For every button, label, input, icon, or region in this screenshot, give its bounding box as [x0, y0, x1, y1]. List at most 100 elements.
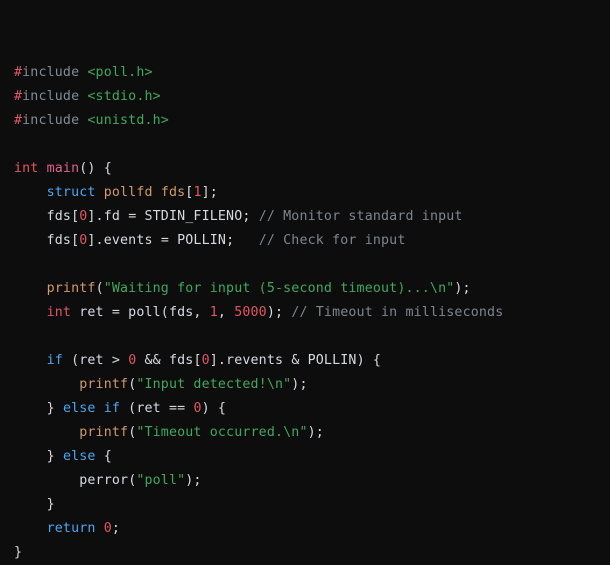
code-line: }	[14, 493, 610, 517]
code-token-kw: else	[62, 449, 96, 464]
code-token-pp-kw: include	[22, 113, 80, 128]
code-token-punct: );	[307, 425, 324, 440]
code-token-punct	[14, 425, 79, 440]
code-token-op: &&	[144, 353, 161, 368]
code-token-ident: fds	[46, 209, 72, 224]
code-token-header: <stdio.h>	[87, 89, 161, 104]
code-token-punct	[14, 185, 47, 200]
code-token-punct	[14, 377, 79, 392]
code-token-punct: ;	[226, 233, 259, 248]
code-token-punct: {	[95, 449, 112, 464]
code-token-punct: ;	[111, 521, 121, 536]
code-token-fncall: printf	[79, 425, 129, 440]
code-token-punct: ) {	[201, 401, 227, 416]
code-token-ident: ret	[71, 305, 112, 320]
code-token-const: POLLIN	[177, 233, 227, 248]
code-token-punct: }	[14, 449, 63, 464]
code-line: printf("Input detected!\n");	[14, 373, 610, 397]
code-line: } else if (ret == 0) {	[14, 397, 610, 421]
code-token-const: POLLIN	[307, 353, 357, 368]
code-token-type: int	[14, 161, 39, 176]
code-token-punct: (ret	[62, 353, 112, 368]
code-token-punct: [	[193, 353, 202, 368]
code-token-punct: poll(fds,	[120, 305, 210, 320]
code-token-num: 1	[193, 185, 202, 200]
code-line: struct pollfd fds[1];	[14, 181, 610, 205]
code-token-punct: ];	[201, 185, 218, 200]
code-token-punct	[299, 353, 307, 368]
code-token-punct: ,	[217, 305, 235, 320]
code-token-pp-kw: include	[22, 89, 80, 104]
code-token-fnname: main	[46, 161, 80, 176]
code-token-punct: ) {	[356, 353, 382, 368]
code-token-type: int	[46, 305, 72, 320]
code-token-ident: perror	[79, 473, 129, 488]
code-token-punct: fds	[160, 353, 194, 368]
code-token-punct: ].events	[87, 233, 161, 248]
code-token-punct: }	[14, 545, 23, 560]
code-token-punct	[14, 353, 47, 368]
code-token-punct: (ret	[120, 401, 169, 416]
code-token-ident: fds	[46, 233, 72, 248]
code-token-num: 0	[201, 353, 210, 368]
code-token-const: STDIN_FILENO	[144, 209, 243, 224]
code-token-kw: struct	[46, 185, 96, 200]
code-token-punct	[14, 281, 47, 296]
code-line: int ret = poll(fds, 1, 5000); // Timeout…	[14, 301, 610, 325]
code-token-pp-hash: #	[14, 65, 23, 80]
code-token-punct: (	[95, 281, 104, 296]
code-token-num: 1	[209, 305, 218, 320]
code-token-punct: }	[14, 497, 55, 512]
code-token-kw: if	[46, 353, 63, 368]
code-token-fncall: printf	[79, 377, 129, 392]
code-token-punct	[96, 521, 104, 536]
code-token-header: <unistd.h>	[87, 113, 169, 128]
code-token-punct	[169, 233, 177, 248]
code-token-punct: ].fd	[87, 209, 129, 224]
code-token-punct	[14, 473, 79, 488]
code-token-punct	[96, 401, 104, 416]
code-line: #include <poll.h>	[14, 61, 610, 85]
code-token-comment: // Monitor standard input	[258, 209, 463, 224]
code-token-punct	[120, 353, 128, 368]
code-token-punct: );	[454, 281, 471, 296]
code-token-punct: ].revents	[209, 353, 292, 368]
code-line: } else {	[14, 445, 610, 469]
code-token-pp-hash: #	[14, 89, 23, 104]
code-token-str: "Input detected!\n"	[136, 377, 292, 392]
code-token-punct: );	[185, 473, 202, 488]
code-token-num: 0	[193, 401, 202, 416]
code-token-punct: }	[14, 401, 63, 416]
code-token-header: <poll.h>	[87, 65, 153, 80]
code-token-punct	[14, 233, 47, 248]
code-token-str: "Waiting for input (5-second timeout)...…	[103, 281, 455, 296]
code-line: }	[14, 541, 610, 565]
code-token-punct	[14, 521, 47, 536]
code-line: int main() {	[14, 157, 610, 181]
code-token-pp-hash: #	[14, 113, 23, 128]
code-line: fds[0].fd = STDIN_FILENO; // Monitor sta…	[14, 205, 610, 229]
code-token-punct	[38, 161, 46, 176]
code-editor-pane[interactable]: #include <poll.h> #include <stdio.h> #incl…	[0, 0, 610, 560]
code-token-decl: fds	[160, 185, 186, 200]
code-token-op: =	[160, 233, 169, 248]
code-token-punct: );	[266, 305, 292, 320]
code-token-punct: );	[291, 377, 308, 392]
code-line: return 0;	[14, 517, 610, 541]
code-token-punct	[153, 185, 161, 200]
code-token-punct	[136, 209, 144, 224]
code-token-punct	[96, 185, 104, 200]
code-token-num: 5000	[234, 305, 267, 320]
code-line: printf("Timeout occurred.\n");	[14, 421, 610, 445]
code-token-punct: () {	[79, 161, 112, 176]
code-token-fncall: printf	[46, 281, 96, 296]
code-token-op: =	[111, 305, 121, 320]
code-token-punct	[14, 209, 47, 224]
code-token-num: 0	[103, 521, 112, 536]
code-line: #include <stdio.h>	[14, 85, 610, 109]
code-line: printf("Waiting for input (5-second time…	[14, 277, 610, 301]
code-token-op: ==	[168, 401, 186, 416]
code-line: if (ret > 0 && fds[0].revents & POLLIN) …	[14, 349, 610, 373]
